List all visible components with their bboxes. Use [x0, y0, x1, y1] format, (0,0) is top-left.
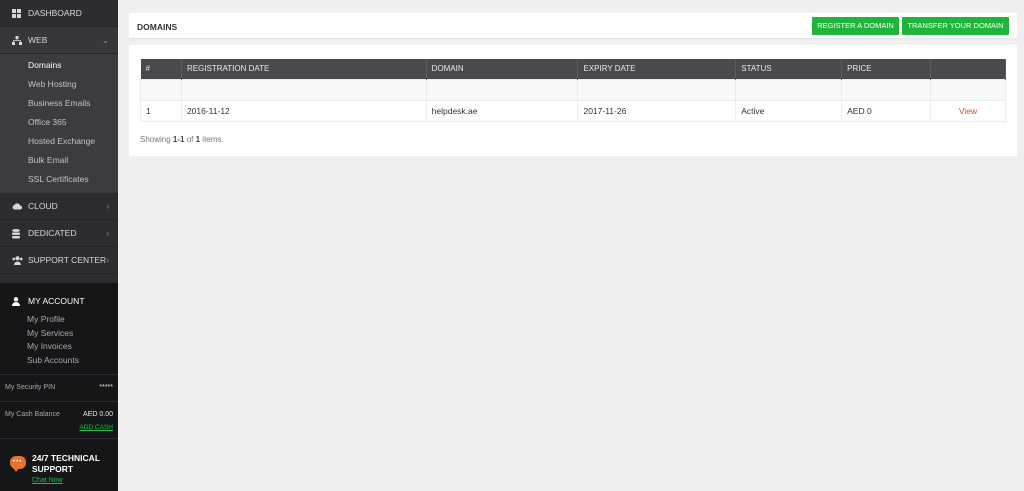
filter-cell[interactable]	[425, 78, 579, 101]
page-title: DOMAINS	[137, 22, 178, 32]
chevron-right-icon: ›	[106, 256, 109, 265]
cell-domain: helpdesk.ae	[425, 99, 579, 122]
support-title-line1: 24/7 TECHNICAL	[32, 453, 101, 463]
nav-support-center-label: SUPPORT CENTER	[28, 255, 107, 265]
sidebar-item-hosted-exchange[interactable]: Hosted Exchange	[0, 132, 118, 151]
chat-bubble-icon: •••	[10, 456, 26, 472]
divider	[0, 438, 118, 439]
col-expiry-date[interactable]: EXPIRY DATE	[577, 59, 737, 79]
cell-price: AED 0	[841, 99, 932, 122]
sidebar: DASHBOARD WEB ⌄ Domains Web Hosting Busi…	[0, 0, 118, 491]
filter-cell	[930, 78, 1006, 101]
nav-dedicated[interactable]: DEDICATED ›	[0, 220, 118, 247]
chevron-right-icon: ›	[106, 229, 109, 238]
filter-cell[interactable]	[577, 78, 737, 101]
divider	[0, 374, 118, 375]
security-pin-value: *****	[99, 384, 113, 391]
account-links: My Profile My Services My Invoices Sub A…	[0, 306, 118, 367]
nav-cloud[interactable]: CLOUD ›	[0, 193, 118, 220]
nav-dedicated-label: DEDICATED	[28, 228, 77, 238]
sidebar-item-web-hosting[interactable]: Web Hosting	[0, 75, 118, 94]
nav-dashboard-label: DASHBOARD	[28, 8, 82, 18]
cell-expiry-date: 2017-11-26	[577, 99, 737, 122]
filter-cell[interactable]	[140, 78, 182, 101]
link-my-profile[interactable]: My Profile	[27, 313, 118, 327]
chat-now-link[interactable]: Chat Now	[32, 477, 100, 484]
nav-support-center[interactable]: SUPPORT CENTER ›	[0, 247, 118, 274]
cell-status: Active	[735, 99, 843, 122]
technical-support: ••• 24/7 TECHNICAL SUPPORT Chat Now	[10, 453, 100, 484]
table-header-row: # REGISTRATION DATE DOMAIN EXPIRY DATE S…	[140, 59, 1006, 79]
users-icon	[12, 255, 23, 265]
sidebar-item-bulk-email[interactable]: Bulk Email	[0, 151, 118, 170]
nav-web[interactable]: WEB ⌄	[0, 27, 118, 54]
chevron-right-icon: ›	[106, 202, 109, 211]
col-domain[interactable]: DOMAIN	[426, 59, 579, 79]
nav-cloud-label: CLOUD	[28, 201, 58, 211]
nav-dashboard[interactable]: DASHBOARD	[0, 0, 118, 27]
register-domain-button[interactable]: REGISTER A DOMAIN	[812, 17, 899, 35]
summary-range: 1-1	[172, 135, 185, 144]
page-header: DOMAINS REGISTER A DOMAIN TRANSFER YOUR …	[129, 13, 1017, 39]
col-actions	[930, 59, 1006, 79]
chevron-down-icon: ⌄	[102, 36, 109, 45]
summary-suffix: items.	[200, 135, 224, 144]
my-account-title: MY ACCOUNT	[28, 296, 85, 306]
filter-cell[interactable]	[735, 78, 843, 101]
domains-table: # REGISTRATION DATE DOMAIN EXPIRY DATE S…	[140, 59, 1006, 122]
col-status[interactable]: STATUS	[735, 59, 843, 79]
my-account-heading[interactable]: MY ACCOUNT	[0, 283, 118, 306]
filter-cell[interactable]	[841, 78, 932, 101]
cash-balance-label: My Cash Balance	[5, 411, 60, 418]
sitemap-icon	[12, 35, 22, 45]
link-my-services[interactable]: My Services	[27, 327, 118, 341]
database-icon	[12, 228, 21, 238]
nav-web-label: WEB	[28, 35, 48, 45]
support-title-line2: SUPPORT	[32, 464, 74, 474]
security-pin-label: My Security PIN	[5, 384, 56, 391]
col-index[interactable]: #	[140, 59, 182, 79]
sidebar-item-office-365[interactable]: Office 365	[0, 113, 118, 132]
link-my-invoices[interactable]: My Invoices	[27, 340, 118, 354]
sidebar-item-business-emails[interactable]: Business Emails	[0, 94, 118, 113]
sidebar-item-ssl-certificates[interactable]: SSL Certificates	[0, 170, 118, 189]
grid-icon	[12, 8, 21, 18]
cell-registration-date: 2016-11-12	[180, 99, 427, 122]
col-registration-date[interactable]: REGISTRATION DATE	[181, 59, 427, 79]
web-submenu: Domains Web Hosting Business Emails Offi…	[0, 54, 118, 193]
cell-index: 1	[140, 99, 182, 122]
summary-prefix: Showing	[140, 135, 173, 144]
add-cash-link[interactable]: ADD CASH	[79, 424, 113, 431]
filter-row	[140, 78, 1006, 101]
domains-panel: # REGISTRATION DATE DOMAIN EXPIRY DATE S…	[129, 45, 1017, 156]
view-link[interactable]: View	[930, 99, 1006, 122]
summary-middle: of	[184, 135, 196, 144]
transfer-domain-button[interactable]: TRANSFER YOUR DOMAIN	[902, 17, 1009, 35]
col-price[interactable]: PRICE	[841, 59, 932, 79]
cash-balance-value: AED 0.00	[83, 411, 113, 418]
cash-balance-row: My Cash Balance AED 0.00	[0, 411, 118, 418]
link-sub-accounts[interactable]: Sub Accounts	[27, 354, 118, 368]
filter-cell[interactable]	[180, 78, 427, 101]
security-pin-row: My Security PIN *****	[0, 384, 118, 391]
sidebar-item-domains[interactable]: Domains	[0, 56, 118, 75]
table-row: 1 2016-11-12 helpdesk.ae 2017-11-26 Acti…	[140, 99, 1006, 122]
user-icon	[12, 296, 20, 306]
pagination-summary: Showing 1-1 of 1 items.	[140, 135, 224, 144]
cloud-icon	[12, 202, 22, 211]
divider	[0, 401, 118, 402]
